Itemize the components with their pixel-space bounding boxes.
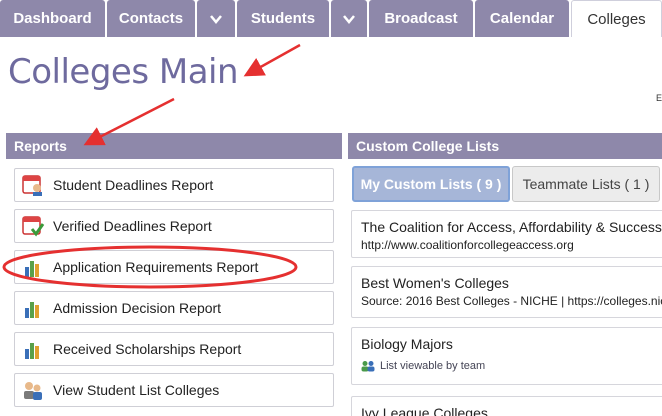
list-item[interactable]: Best Women's Colleges Source: 2016 Best … [351, 266, 662, 318]
teammate-lists-tab[interactable]: Teammate Lists ( 1 ) [512, 166, 660, 202]
students-dropdown-button[interactable] [331, 0, 367, 37]
shared-label: List viewable by team [380, 360, 486, 372]
annotation-arrow [243, 43, 301, 77]
calendar-student-icon [22, 175, 42, 196]
page-title: Colleges Main [8, 52, 239, 92]
custom-lists-header: Custom College Lists [348, 133, 662, 159]
view-student-list-colleges-link[interactable]: View Student List Colleges [14, 373, 334, 407]
contacts-dropdown-button[interactable] [197, 0, 235, 37]
report-label: Application Requirements Report [53, 259, 259, 275]
report-label: Verified Deadlines Report [53, 218, 212, 234]
received-scholarships-report-link[interactable]: Received Scholarships Report [14, 332, 334, 366]
report-label: Received Scholarships Report [53, 341, 242, 357]
bar-chart-icon [25, 343, 39, 359]
list-shared-status: List viewable by team [361, 360, 662, 372]
verified-deadlines-report-link[interactable]: Verified Deadlines Report [14, 209, 334, 243]
edge-text: E [656, 93, 662, 103]
calendar-check-icon [22, 216, 45, 237]
report-label: Student Deadlines Report [53, 177, 214, 193]
reports-header: Reports [6, 133, 342, 159]
top-nav: Dashboard Contacts Students Broadcast Ca… [0, 0, 662, 37]
tab-contacts[interactable]: Contacts [107, 0, 195, 37]
tab-dashboard[interactable]: Dashboard [0, 0, 105, 37]
student-deadlines-report-link[interactable]: Student Deadlines Report [14, 168, 334, 202]
chevron-down-icon [210, 14, 222, 24]
list-source: http://www.coalitionforcollegeaccess.org [361, 238, 574, 252]
list-item[interactable]: The Coalition for Access, Affordability … [351, 210, 662, 258]
team-icon [361, 361, 375, 372]
application-requirements-report-link[interactable]: Application Requirements Report [14, 250, 334, 284]
list-item[interactable]: Ivy League Colleges [351, 396, 662, 416]
list-name: Best Women's Colleges [361, 275, 509, 291]
bar-chart-icon [25, 261, 39, 277]
admission-decision-report-link[interactable]: Admission Decision Report [14, 291, 334, 325]
chevron-down-icon [343, 14, 355, 24]
my-custom-lists-tab[interactable]: My Custom Lists ( 9 ) [352, 166, 510, 202]
tab-students[interactable]: Students [237, 0, 329, 37]
tab-broadcast[interactable]: Broadcast [369, 0, 473, 37]
tab-colleges[interactable]: Colleges [571, 0, 662, 37]
list-source: Source: 2016 Best Colleges - NICHE | htt… [361, 294, 662, 308]
report-label: View Student List Colleges [53, 382, 220, 398]
students-icon [24, 382, 42, 400]
tab-calendar[interactable]: Calendar [475, 0, 569, 37]
list-item[interactable]: Biology Majors List viewable by team [351, 327, 662, 385]
list-name: The Coalition for Access, Affordability … [361, 219, 662, 235]
report-label: Admission Decision Report [53, 300, 222, 316]
list-name: Ivy League Colleges [361, 405, 488, 416]
list-name: Biology Majors [361, 336, 453, 352]
bar-chart-icon [25, 302, 39, 318]
